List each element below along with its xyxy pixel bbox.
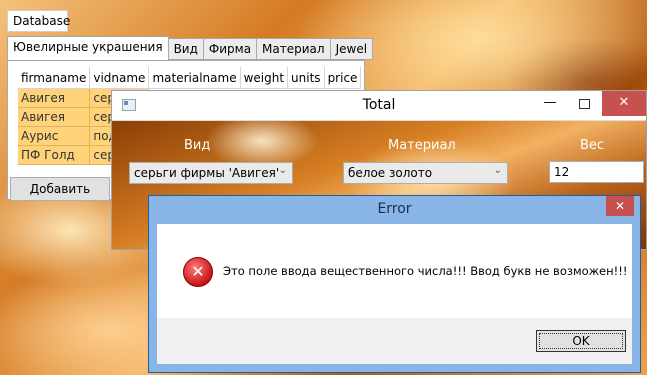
chevron-down-icon: ⌄ bbox=[493, 165, 502, 176]
column-header-price[interactable]: price bbox=[324, 67, 362, 89]
error-footer: OK bbox=[157, 318, 632, 364]
error-close-button[interactable]: ✕ bbox=[606, 196, 634, 216]
cell-firmaname[interactable]: ПФ Голд bbox=[18, 145, 91, 165]
column-header-materialname[interactable]: materialname bbox=[148, 67, 241, 89]
maximize-icon bbox=[578, 99, 590, 109]
total-title-bar[interactable]: Total — ✕ bbox=[112, 91, 646, 121]
error-dialog: Error ✕ ✕ Это поле ввода вещественного ч… bbox=[148, 195, 641, 373]
cell-firmaname[interactable]: Авигея bbox=[18, 107, 91, 127]
tab-firma[interactable]: Фирма bbox=[203, 38, 258, 60]
minimize-button[interactable]: — bbox=[536, 91, 564, 116]
ves-label: Вес bbox=[580, 138, 605, 153]
tab-strip: Ювелирные украшения Вид Фирма Материал J… bbox=[7, 36, 374, 60]
error-title-bar[interactable]: Error ✕ bbox=[149, 196, 640, 222]
cell-firmaname[interactable]: Аурис bbox=[18, 126, 91, 146]
column-header-firmaname[interactable]: firmaname bbox=[18, 67, 91, 89]
vid-combobox-value: серьги фирмы 'Авигея' bbox=[134, 166, 280, 180]
maximize-button[interactable] bbox=[570, 91, 598, 116]
error-icon: ✕ bbox=[183, 257, 213, 287]
close-button[interactable]: ✕ bbox=[602, 91, 646, 116]
column-header-vidname[interactable]: vidname bbox=[89, 67, 150, 89]
material-combobox-value: белое золото bbox=[348, 166, 433, 180]
chevron-down-icon: ⌄ bbox=[278, 165, 287, 176]
column-header-weight[interactable]: weight bbox=[240, 67, 289, 89]
tab-jewelry[interactable]: Ювелирные украшения bbox=[7, 36, 169, 60]
error-message: Это поле ввода вещественного числа!!! Вв… bbox=[223, 264, 628, 278]
material-combobox[interactable]: белое золото ⌄ bbox=[343, 162, 508, 184]
tab-jewel[interactable]: Jewel bbox=[330, 38, 374, 60]
add-button[interactable]: Добавить bbox=[10, 177, 110, 201]
cell-firmaname[interactable]: Авигея bbox=[18, 88, 91, 108]
total-window-title: Total bbox=[362, 97, 396, 113]
menu-database[interactable]: Database bbox=[7, 10, 70, 32]
error-title: Error bbox=[377, 201, 412, 217]
column-header-units[interactable]: units bbox=[287, 67, 325, 89]
ok-button[interactable]: OK bbox=[536, 330, 626, 352]
error-body: ✕ Это поле ввода вещественного числа!!! … bbox=[157, 224, 632, 318]
vid-label: Вид bbox=[184, 138, 211, 153]
tab-vid[interactable]: Вид bbox=[168, 38, 204, 60]
tab-material[interactable]: Материал bbox=[257, 38, 331, 60]
ves-input[interactable]: 12 bbox=[549, 161, 644, 183]
material-label: Материал bbox=[388, 138, 456, 153]
vid-combobox[interactable]: серьги фирмы 'Авигея' ⌄ bbox=[129, 162, 293, 184]
